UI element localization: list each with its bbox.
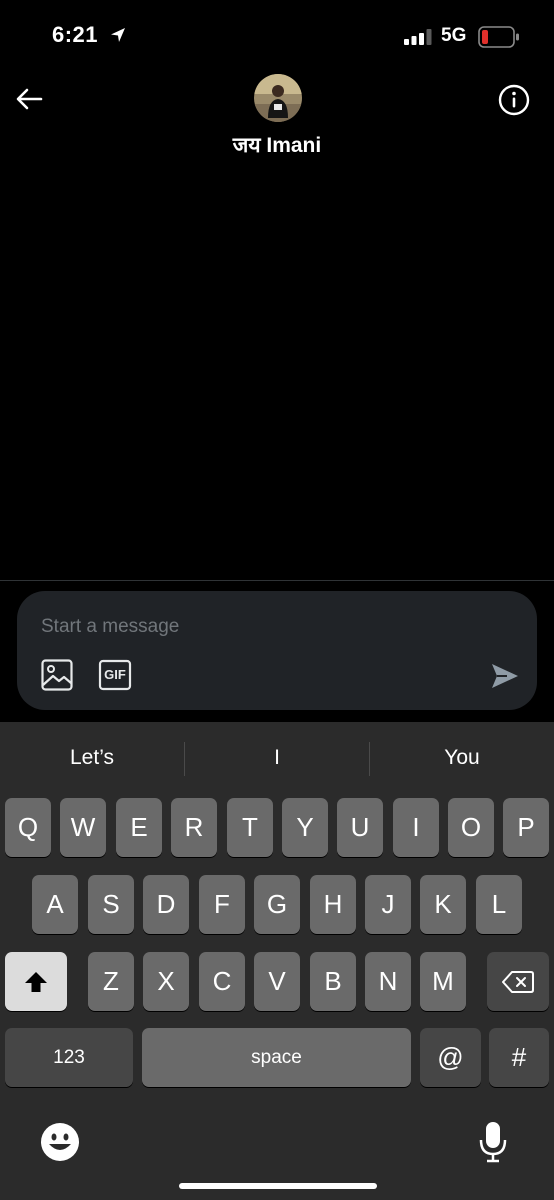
key-u[interactable]: U — [337, 798, 383, 857]
key-b[interactable]: B — [310, 952, 356, 1011]
message-input[interactable]: Start a message — [41, 616, 179, 638]
key-m[interactable]: M — [420, 952, 466, 1011]
gif-button[interactable]: GIF — [98, 659, 132, 691]
delete-key[interactable] — [487, 952, 549, 1011]
key-w[interactable]: W — [60, 798, 106, 857]
key-a[interactable]: A — [32, 875, 78, 934]
cellular-signal-icon — [404, 29, 434, 50]
key-q[interactable]: Q — [5, 798, 51, 857]
key-g[interactable]: G — [254, 875, 300, 934]
status-time: 6:21 — [52, 22, 99, 47]
contact-name[interactable]: जय Imani — [0, 131, 554, 159]
avatar[interactable] — [254, 74, 302, 122]
message-composer[interactable] — [17, 591, 537, 710]
key-k[interactable]: K — [420, 875, 466, 934]
key-z[interactable]: Z — [88, 952, 134, 1011]
home-indicator — [179, 1183, 377, 1189]
key-v[interactable]: V — [254, 952, 300, 1011]
suggestion-1[interactable]: Let’s — [0, 746, 184, 770]
status-bar: 6:21 5G — [0, 0, 554, 70]
shift-key[interactable] — [5, 952, 67, 1011]
hash-key[interactable]: # — [489, 1028, 549, 1087]
key-j[interactable]: J — [365, 875, 411, 934]
info-icon[interactable] — [498, 84, 530, 116]
shift-arrow-icon — [25, 971, 47, 992]
at-key[interactable]: @ — [420, 1028, 481, 1087]
microphone-icon[interactable] — [478, 1120, 508, 1164]
image-icon[interactable] — [40, 658, 74, 692]
location-arrow-icon — [108, 25, 128, 50]
key-n[interactable]: N — [365, 952, 411, 1011]
space-key[interactable]: space — [142, 1028, 411, 1087]
composer-divider — [0, 580, 554, 581]
key-o[interactable]: O — [448, 798, 494, 857]
back-arrow-icon[interactable] — [14, 84, 44, 114]
key-h[interactable]: H — [310, 875, 356, 934]
key-p[interactable]: P — [503, 798, 549, 857]
send-icon[interactable] — [489, 660, 521, 692]
key-f[interactable]: F — [199, 875, 245, 934]
suggestion-2[interactable]: I — [185, 746, 369, 770]
key-e[interactable]: E — [116, 798, 162, 857]
key-l[interactable]: L — [476, 875, 522, 934]
gif-label: GIF — [104, 667, 126, 682]
key-i[interactable]: I — [393, 798, 439, 857]
emoji-icon[interactable] — [40, 1122, 80, 1162]
suggestion-3[interactable]: You — [370, 746, 554, 770]
key-t[interactable]: T — [227, 798, 273, 857]
key-c[interactable]: C — [199, 952, 245, 1011]
key-y[interactable]: Y — [282, 798, 328, 857]
key-d[interactable]: D — [143, 875, 189, 934]
network-type: 5G — [441, 25, 467, 46]
backspace-icon — [502, 970, 534, 993]
battery-icon — [478, 26, 520, 53]
key-r[interactable]: R — [171, 798, 217, 857]
key-x[interactable]: X — [143, 952, 189, 1011]
key-s[interactable]: S — [88, 875, 134, 934]
numbers-key[interactable]: 123 — [5, 1028, 133, 1087]
